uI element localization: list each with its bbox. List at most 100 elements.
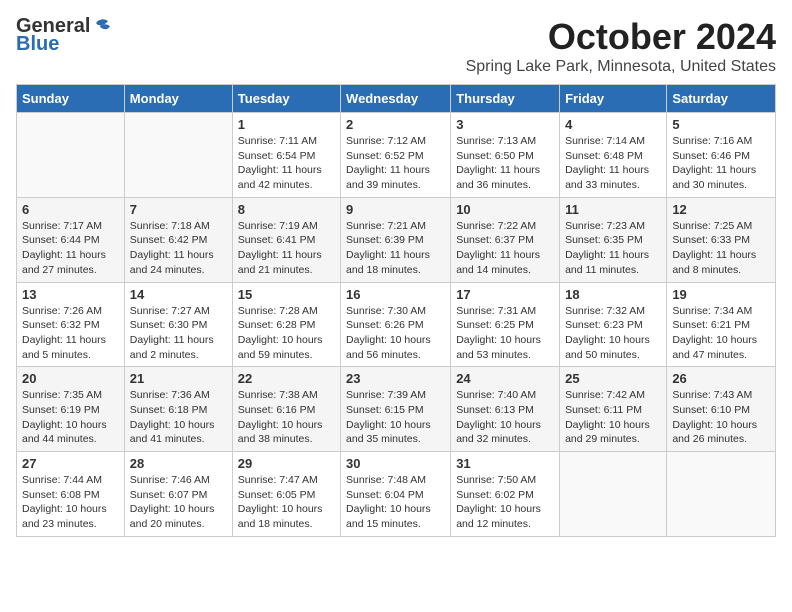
day-number: 28 <box>130 456 227 471</box>
day-number: 6 <box>22 202 119 217</box>
day-info: Sunrise: 7:14 AM Sunset: 6:48 PM Dayligh… <box>565 134 661 193</box>
day-info: Sunrise: 7:26 AM Sunset: 6:32 PM Dayligh… <box>22 304 119 363</box>
day-number: 12 <box>672 202 770 217</box>
day-number: 20 <box>22 371 119 386</box>
day-number: 11 <box>565 202 661 217</box>
calendar-cell <box>667 452 776 537</box>
calendar-table: SundayMondayTuesdayWednesdayThursdayFrid… <box>16 84 776 537</box>
calendar-cell: 25 Sunrise: 7:42 AM Sunset: 6:11 PM Dayli… <box>560 367 667 452</box>
day-number: 7 <box>130 202 227 217</box>
day-number: 2 <box>346 117 445 132</box>
month-title: October 2024 <box>466 16 776 58</box>
day-info: Sunrise: 7:35 AM Sunset: 6:19 PM Dayligh… <box>22 388 119 447</box>
calendar-cell: 19 Sunrise: 7:34 AM Sunset: 6:21 PM Dayli… <box>667 282 776 367</box>
day-info: Sunrise: 7:16 AM Sunset: 6:46 PM Dayligh… <box>672 134 770 193</box>
day-info: Sunrise: 7:22 AM Sunset: 6:37 PM Dayligh… <box>456 219 554 278</box>
day-info: Sunrise: 7:38 AM Sunset: 6:16 PM Dayligh… <box>238 388 335 447</box>
logo-blue-text: Blue <box>16 34 59 54</box>
day-number: 27 <box>22 456 119 471</box>
day-info: Sunrise: 7:28 AM Sunset: 6:28 PM Dayligh… <box>238 304 335 363</box>
day-info: Sunrise: 7:13 AM Sunset: 6:50 PM Dayligh… <box>456 134 554 193</box>
day-number: 30 <box>346 456 445 471</box>
day-number: 29 <box>238 456 335 471</box>
day-info: Sunrise: 7:17 AM Sunset: 6:44 PM Dayligh… <box>22 219 119 278</box>
day-number: 19 <box>672 287 770 302</box>
weekday-header-friday: Friday <box>560 85 667 113</box>
calendar-cell: 27Sunrise: 7:44 AM Sunset: 6:08 PM Dayli… <box>17 452 125 537</box>
calendar-cell <box>560 452 667 537</box>
calendar-cell: 8 Sunrise: 7:19 AM Sunset: 6:41 PM Daylig… <box>232 197 340 282</box>
calendar-cell: 4Sunrise: 7:14 AM Sunset: 6:48 PM Daylig… <box>560 113 667 198</box>
day-info: Sunrise: 7:30 AM Sunset: 6:26 PM Dayligh… <box>346 304 445 363</box>
day-info: Sunrise: 7:36 AM Sunset: 6:18 PM Dayligh… <box>130 388 227 447</box>
day-number: 16 <box>346 287 445 302</box>
day-number: 3 <box>456 117 554 132</box>
day-number: 25 <box>565 371 661 386</box>
location-subtitle: Spring Lake Park, Minnesota, United Stat… <box>466 58 776 76</box>
calendar-cell: 17 Sunrise: 7:31 AM Sunset: 6:25 PM Dayli… <box>451 282 560 367</box>
day-number: 14 <box>130 287 227 302</box>
day-info: Sunrise: 7:43 AM Sunset: 6:10 PM Dayligh… <box>672 388 770 447</box>
weekday-header-row: SundayMondayTuesdayWednesdayThursdayFrid… <box>17 85 776 113</box>
title-block: October 2024 Spring Lake Park, Minnesota… <box>466 16 776 76</box>
day-info: Sunrise: 7:23 AM Sunset: 6:35 PM Dayligh… <box>565 219 661 278</box>
page-header: General Blue October 2024 Spring Lake Pa… <box>16 16 776 76</box>
day-number: 15 <box>238 287 335 302</box>
calendar-cell: 3 Sunrise: 7:13 AM Sunset: 6:50 PM Daylig… <box>451 113 560 198</box>
calendar-cell <box>124 113 232 198</box>
logo: General Blue <box>16 16 112 54</box>
weekday-header-monday: Monday <box>124 85 232 113</box>
calendar-cell: 30 Sunrise: 7:48 AM Sunset: 6:04 PM Dayli… <box>341 452 451 537</box>
calendar-cell: 5 Sunrise: 7:16 AM Sunset: 6:46 PM Daylig… <box>667 113 776 198</box>
day-number: 8 <box>238 202 335 217</box>
day-number: 17 <box>456 287 554 302</box>
day-number: 31 <box>456 456 554 471</box>
weekday-header-sunday: Sunday <box>17 85 125 113</box>
day-info: Sunrise: 7:21 AM Sunset: 6:39 PM Dayligh… <box>346 219 445 278</box>
day-number: 23 <box>346 371 445 386</box>
day-number: 22 <box>238 371 335 386</box>
calendar-cell: 6 Sunrise: 7:17 AM Sunset: 6:44 PM Daylig… <box>17 197 125 282</box>
calendar-cell: 13Sunrise: 7:26 AM Sunset: 6:32 PM Dayli… <box>17 282 125 367</box>
calendar-cell: 28 Sunrise: 7:46 AM Sunset: 6:07 PM Dayli… <box>124 452 232 537</box>
weekday-header-tuesday: Tuesday <box>232 85 340 113</box>
weekday-header-thursday: Thursday <box>451 85 560 113</box>
day-info: Sunrise: 7:18 AM Sunset: 6:42 PM Dayligh… <box>130 219 227 278</box>
day-info: Sunrise: 7:40 AM Sunset: 6:13 PM Dayligh… <box>456 388 554 447</box>
day-info: Sunrise: 7:39 AM Sunset: 6:15 PM Dayligh… <box>346 388 445 447</box>
day-number: 1 <box>238 117 335 132</box>
calendar-cell: 31 Sunrise: 7:50 AM Sunset: 6:02 PM Dayli… <box>451 452 560 537</box>
day-info: Sunrise: 7:11 AM Sunset: 6:54 PM Dayligh… <box>238 134 335 193</box>
calendar-cell: 7 Sunrise: 7:18 AM Sunset: 6:42 PM Daylig… <box>124 197 232 282</box>
calendar-cell: 12 Sunrise: 7:25 AM Sunset: 6:33 PM Dayli… <box>667 197 776 282</box>
week-row-5: 27Sunrise: 7:44 AM Sunset: 6:08 PM Dayli… <box>17 452 776 537</box>
day-number: 21 <box>130 371 227 386</box>
day-info: Sunrise: 7:12 AM Sunset: 6:52 PM Dayligh… <box>346 134 445 193</box>
day-number: 26 <box>672 371 770 386</box>
week-row-1: 1 Sunrise: 7:11 AM Sunset: 6:54 PM Daylig… <box>17 113 776 198</box>
day-number: 9 <box>346 202 445 217</box>
calendar-cell: 24 Sunrise: 7:40 AM Sunset: 6:13 PM Dayli… <box>451 367 560 452</box>
day-info: Sunrise: 7:27 AM Sunset: 6:30 PM Dayligh… <box>130 304 227 363</box>
day-info: Sunrise: 7:19 AM Sunset: 6:41 PM Dayligh… <box>238 219 335 278</box>
day-info: Sunrise: 7:25 AM Sunset: 6:33 PM Dayligh… <box>672 219 770 278</box>
weekday-header-saturday: Saturday <box>667 85 776 113</box>
day-number: 24 <box>456 371 554 386</box>
day-info: Sunrise: 7:42 AM Sunset: 6:11 PM Dayligh… <box>565 388 661 447</box>
calendar-cell: 22 Sunrise: 7:38 AM Sunset: 6:16 PM Dayli… <box>232 367 340 452</box>
calendar-cell: 10Sunrise: 7:22 AM Sunset: 6:37 PM Dayli… <box>451 197 560 282</box>
day-info: Sunrise: 7:34 AM Sunset: 6:21 PM Dayligh… <box>672 304 770 363</box>
calendar-cell: 20 Sunrise: 7:35 AM Sunset: 6:19 PM Dayli… <box>17 367 125 452</box>
day-info: Sunrise: 7:47 AM Sunset: 6:05 PM Dayligh… <box>238 473 335 532</box>
week-row-2: 6 Sunrise: 7:17 AM Sunset: 6:44 PM Daylig… <box>17 197 776 282</box>
day-info: Sunrise: 7:50 AM Sunset: 6:02 PM Dayligh… <box>456 473 554 532</box>
week-row-4: 20 Sunrise: 7:35 AM Sunset: 6:19 PM Dayli… <box>17 367 776 452</box>
day-number: 18 <box>565 287 661 302</box>
calendar-cell: 18Sunrise: 7:32 AM Sunset: 6:23 PM Dayli… <box>560 282 667 367</box>
day-info: Sunrise: 7:48 AM Sunset: 6:04 PM Dayligh… <box>346 473 445 532</box>
day-info: Sunrise: 7:31 AM Sunset: 6:25 PM Dayligh… <box>456 304 554 363</box>
calendar-cell: 26 Sunrise: 7:43 AM Sunset: 6:10 PM Dayli… <box>667 367 776 452</box>
calendar-cell <box>17 113 125 198</box>
day-info: Sunrise: 7:46 AM Sunset: 6:07 PM Dayligh… <box>130 473 227 532</box>
day-number: 5 <box>672 117 770 132</box>
